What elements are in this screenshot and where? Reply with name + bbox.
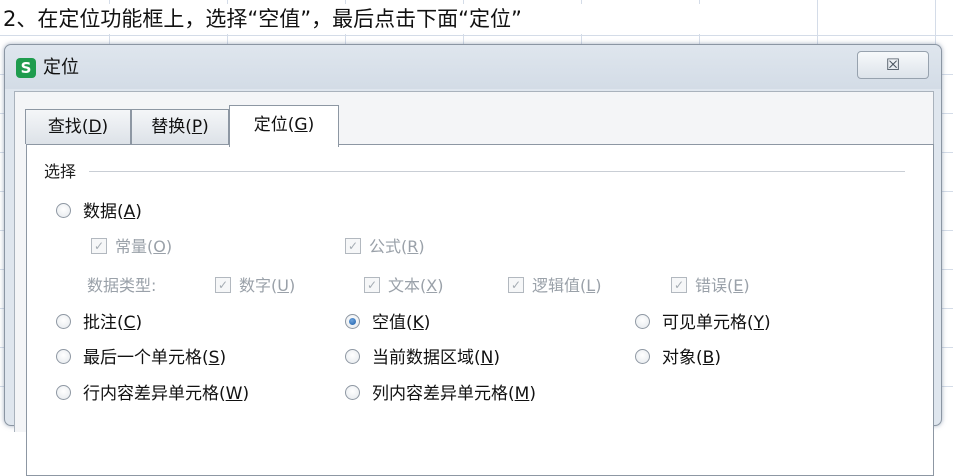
radio-data-label: 数据(A) <box>83 202 142 222</box>
checkbox-formulas-label: 公式(R) <box>369 237 425 256</box>
checkbox-constants-label: 常量(O) <box>115 237 173 256</box>
checkbox-error-label: 错误(E) <box>695 276 750 295</box>
radio-circle <box>56 203 71 218</box>
radio-current-region-label: 当前数据区域(N) <box>372 348 500 368</box>
tab-find[interactable]: 查找(D) <box>25 109 131 144</box>
close-icon: ☒ <box>885 55 901 74</box>
close-button[interactable]: ☒ <box>857 51 929 79</box>
checkbox-logical-label: 逻辑值(L) <box>532 276 602 295</box>
radio-comments-label: 批注(C) <box>83 313 143 333</box>
radio-circle <box>635 349 650 364</box>
radio-blanks-label: 空值(K) <box>372 313 431 333</box>
checkmark-icon: ✓ <box>91 238 107 254</box>
dialog-titlebar[interactable]: S 定位 ☒ <box>5 45 941 89</box>
radio-circle <box>56 314 71 329</box>
radio-row-differences-label: 行内容差异单元格(W) <box>83 384 250 404</box>
tab-replace[interactable]: 替换(P) <box>131 109 229 144</box>
dialog-title: 定位 <box>43 57 79 78</box>
checkmark-icon: ✓ <box>508 277 524 293</box>
tab-goto[interactable]: 定位(G) <box>229 105 339 147</box>
checkbox-number-label: 数字(U) <box>239 276 296 295</box>
goto-panel: 选择 数据(A) ✓ 常量(O) ✓ 公式(R) 数据类型: ✓ 数字(U) ✓… <box>26 144 934 476</box>
radio-visible-cells-label: 可见单元格(Y) <box>662 313 771 333</box>
checkmark-icon: ✓ <box>364 277 380 293</box>
radio-column-differences-label: 列内容差异单元格(M) <box>372 384 536 404</box>
select-group-label: 选择 <box>44 158 81 182</box>
radio-circle <box>635 314 650 329</box>
radio-circle <box>345 385 360 400</box>
data-type-label: 数据类型: <box>87 276 157 295</box>
checkmark-icon: ✓ <box>671 277 687 293</box>
radio-circle-selected <box>345 314 360 329</box>
goto-dialog: S 定位 ☒ 查找(D) 替换(P) 定位(G) 选择 数据(A) ✓ 常量(O… <box>4 44 942 476</box>
checkmark-icon: ✓ <box>345 238 361 254</box>
instruction-text: 2、在定位功能框上，选择“空值”，最后点击下面“定位” <box>3 4 803 34</box>
checkmark-icon: ✓ <box>215 277 231 293</box>
checkbox-text-label: 文本(X) <box>388 276 444 295</box>
wps-spreadsheet-icon: S <box>16 58 36 78</box>
radio-circle <box>56 349 71 364</box>
group-divider <box>89 171 905 172</box>
radio-objects-label: 对象(B) <box>662 348 721 368</box>
radio-circle <box>56 385 71 400</box>
radio-last-cell-label: 最后一个单元格(S) <box>83 348 227 368</box>
radio-circle <box>345 349 360 364</box>
